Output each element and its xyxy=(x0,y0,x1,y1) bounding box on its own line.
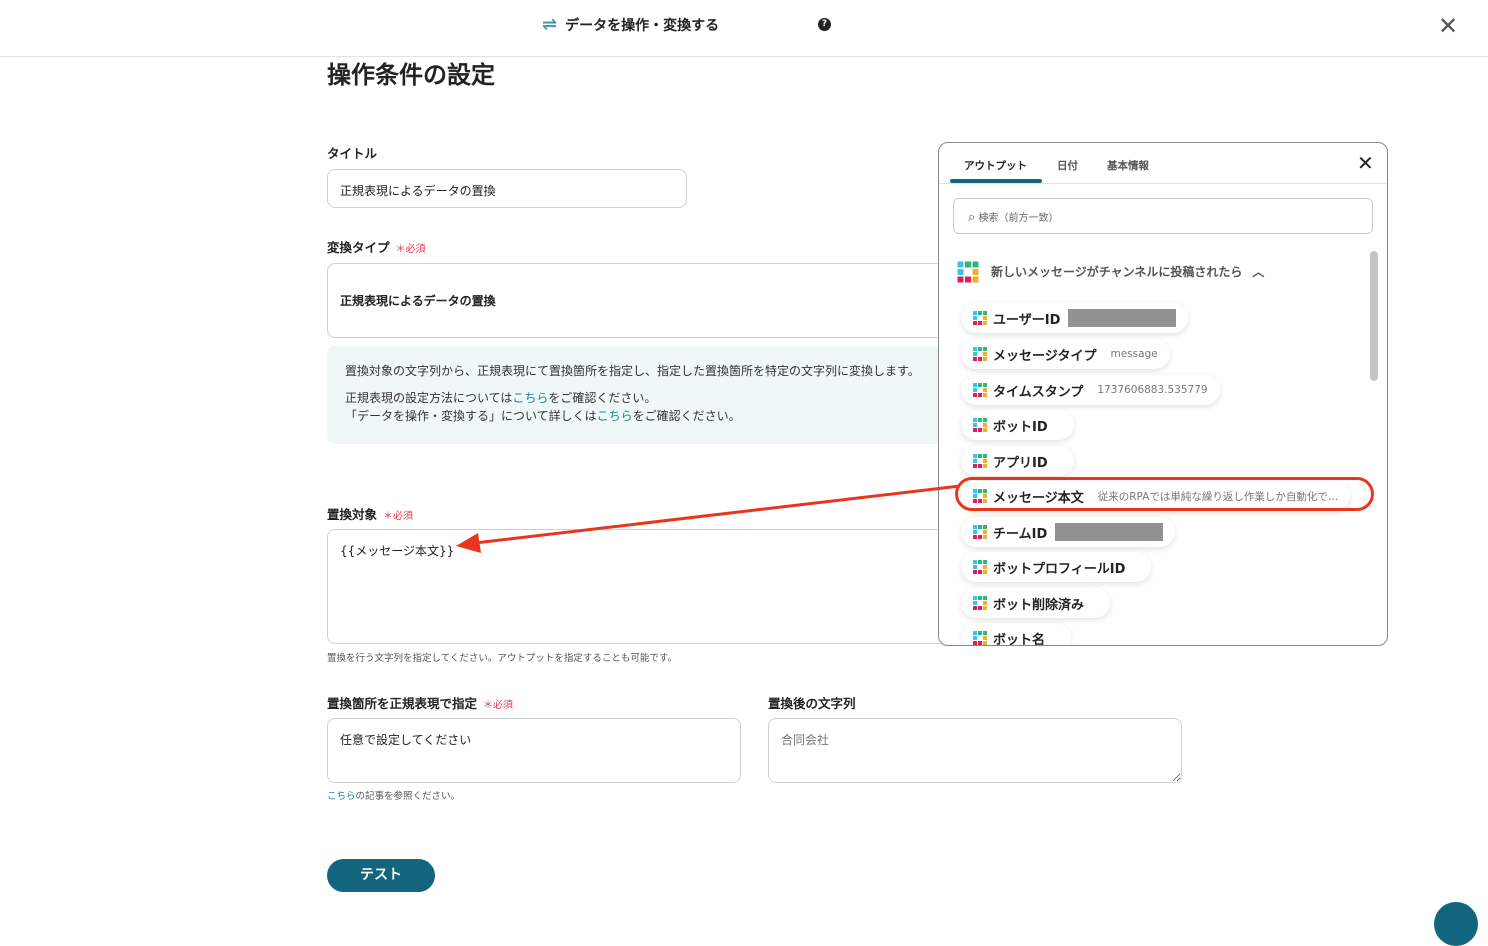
arrow-annotation xyxy=(456,484,961,553)
chat-support-button[interactable] xyxy=(1434,902,1478,946)
